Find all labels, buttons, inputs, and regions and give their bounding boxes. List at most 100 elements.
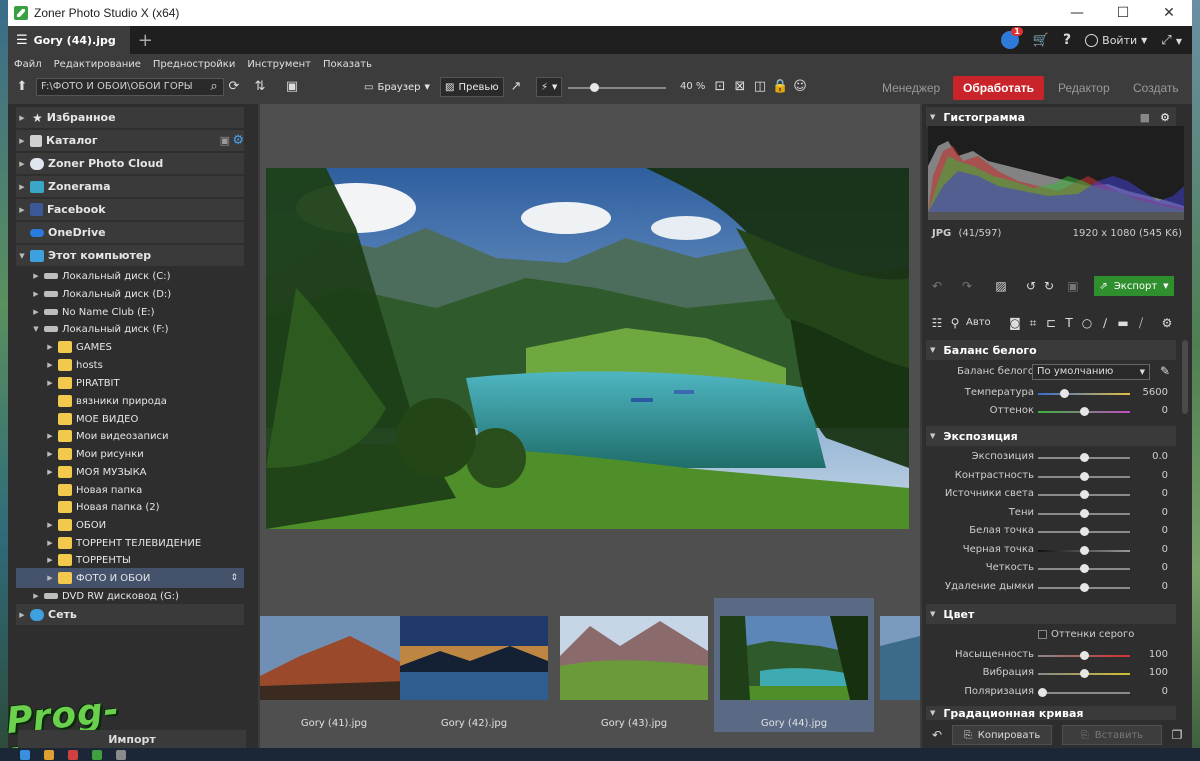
circle-filter-icon[interactable]: ○ <box>1078 314 1096 332</box>
folder-item[interactable]: ▶ PIRATBIT <box>16 373 244 393</box>
chevron-right-icon[interactable]: ▶ <box>44 468 56 476</box>
chevron-right-icon[interactable]: ▶ <box>30 592 42 600</box>
adjustment-slider[interactable] <box>1038 669 1130 678</box>
import-button[interactable]: Импорт <box>18 730 246 750</box>
temperature-value[interactable]: 5600 <box>1143 387 1168 398</box>
main-photo[interactable] <box>266 168 909 529</box>
tab-editor[interactable]: Редактор <box>1058 74 1110 102</box>
fullscreen-icon[interactable]: ⤢ ▼ <box>1161 33 1182 48</box>
picture-icon[interactable]: ▨ <box>992 277 1010 295</box>
taskbar-app-icon[interactable] <box>92 749 102 760</box>
fit-to-screen-icon[interactable]: ⊠ <box>732 79 748 95</box>
zoom-slider-handle[interactable] <box>590 83 599 92</box>
menu-edit[interactable]: Редактирование <box>54 59 141 70</box>
histogram-header[interactable]: ▼ Гистограмма ■ ⚙ <box>926 107 1176 127</box>
tab-manager[interactable]: Менеджер <box>882 74 940 102</box>
adjustment-slider[interactable] <box>1038 453 1130 462</box>
color-header[interactable]: ▼ Цвет <box>926 604 1176 624</box>
nav-dvd-drive[interactable]: ▶ DVD RW дисковод (G:) <box>16 586 244 606</box>
preview-mode-button[interactable]: ▨ Превью <box>440 77 504 97</box>
brush-icon[interactable]: ∕ <box>1096 314 1114 332</box>
add-folder-icon[interactable]: ▣ <box>220 134 230 147</box>
thumbnail[interactable]: Gory (41).jpg <box>254 598 414 732</box>
gear-icon[interactable]: ⚙ <box>232 133 244 148</box>
chevron-right-icon[interactable]: ▶ <box>44 361 56 369</box>
taskbar-app-icon[interactable] <box>20 749 30 760</box>
chevron-down-icon[interactable]: ▼ <box>30 325 42 333</box>
exposure-header[interactable]: ▼ Экспозиция <box>926 426 1176 446</box>
folder-item[interactable]: ▶ Мои рисунки <box>16 444 244 464</box>
chevron-right-icon[interactable]: ▶ <box>44 521 56 529</box>
slider-handle[interactable] <box>1038 688 1047 697</box>
folder-item[interactable]: ▶ ТОРРЕНТЫ <box>16 550 244 570</box>
nav-this-pc[interactable]: ▼ Этот компьютер <box>16 245 244 266</box>
slider-handle[interactable] <box>1080 509 1089 518</box>
maximize-button[interactable]: ☐ <box>1100 0 1146 26</box>
white-balance-select[interactable]: По умолчанию ▼ <box>1032 364 1150 380</box>
slider-handle[interactable] <box>1080 527 1089 536</box>
gear-icon[interactable]: ⚙ <box>1158 314 1176 332</box>
adjustment-value[interactable]: 0 <box>1162 544 1168 555</box>
tint-value[interactable]: 0 <box>1162 405 1168 416</box>
chevron-right-icon[interactable]: ▶ <box>16 160 28 168</box>
menu-tools[interactable]: Инструмент <box>247 59 311 70</box>
menu-file[interactable]: Файл <box>14 59 42 70</box>
chevron-right-icon[interactable]: ▶ <box>44 539 56 547</box>
folder-item[interactable]: Новая папка (2) <box>16 497 244 517</box>
thumbnail[interactable]: Gory (42).jpg <box>394 598 554 732</box>
search-icon[interactable]: ⌕ <box>206 79 222 95</box>
zoom-slider[interactable] <box>568 83 666 92</box>
auto-button[interactable]: Авто <box>966 317 991 328</box>
taskbar-app-icon[interactable] <box>44 749 54 760</box>
adjustment-value[interactable]: 0.0 <box>1152 451 1168 462</box>
adjustment-slider[interactable] <box>1038 527 1130 536</box>
new-folder-icon[interactable]: ▣ <box>284 79 300 95</box>
chevron-down-icon[interactable]: ▼ <box>16 252 28 260</box>
folder-up-icon[interactable]: ⬆ <box>14 79 30 95</box>
nav-drive-c[interactable]: ▶ Локальный диск (C:) <box>16 266 244 286</box>
adjustment-value[interactable]: 0 <box>1162 581 1168 592</box>
chevron-right-icon[interactable]: ▶ <box>16 206 28 214</box>
thumbnail-selected[interactable]: Gory (44).jpg <box>714 598 874 732</box>
face-detect-icon[interactable]: ☺ <box>792 79 808 95</box>
adjustment-slider[interactable] <box>1038 509 1130 518</box>
adjustment-value[interactable]: 100 <box>1149 667 1168 678</box>
nav-zoner-cloud[interactable]: ▶ Zoner Photo Cloud <box>16 153 244 174</box>
zoom-1to1-icon[interactable]: ⊡ <box>712 79 728 95</box>
nav-favorites[interactable]: ▶ ★ Избранное <box>16 107 244 128</box>
rotate-right-icon[interactable]: ↻ <box>1040 277 1058 295</box>
adjustment-value[interactable]: 0 <box>1162 686 1168 697</box>
folder-item[interactable]: ▶ ОБОИ <box>16 515 244 535</box>
notification-icon[interactable]: 1 <box>1000 27 1023 49</box>
export-button[interactable]: ⇗ Экспорт ▼ <box>1094 276 1174 296</box>
tint-slider[interactable] <box>1038 407 1130 416</box>
document-tab[interactable]: ☰ Gory (44).jpg <box>8 26 130 54</box>
chevron-right-icon[interactable]: ▶ <box>30 272 42 280</box>
adjustment-value[interactable]: 0 <box>1162 507 1168 518</box>
chevron-right-icon[interactable]: ▶ <box>16 114 28 122</box>
open-external-icon[interactable]: ↗ <box>508 79 524 95</box>
menu-hamburger-icon[interactable]: ☰ <box>16 33 28 48</box>
chevron-right-icon[interactable]: ▶ <box>44 379 56 387</box>
rotate-left-icon[interactable]: ↺ <box>1022 277 1040 295</box>
browser-mode-button[interactable]: ▭ Браузер ▼ <box>360 77 434 97</box>
sync-icon[interactable]: ⇕ <box>230 573 238 583</box>
taskbar-app-icon[interactable] <box>116 749 126 760</box>
compare-icon[interactable]: ◫ <box>752 79 768 95</box>
chevron-right-icon[interactable]: ▶ <box>16 183 28 191</box>
sort-icon[interactable]: ⇅ <box>252 79 268 95</box>
chevron-right-icon[interactable]: ▶ <box>44 450 56 458</box>
slider-handle[interactable] <box>1080 583 1089 592</box>
slider-handle[interactable] <box>1080 669 1089 678</box>
gradient-icon[interactable]: ▬ <box>1114 314 1132 332</box>
temperature-slider-handle[interactable] <box>1060 389 1069 398</box>
folder-item[interactable]: ▶ hosts <box>16 355 244 375</box>
magic-wand-icon[interactable]: ⚲ <box>946 314 964 332</box>
adjustment-slider[interactable] <box>1038 472 1130 481</box>
save-icon[interactable]: ▣ <box>1064 277 1082 295</box>
menu-view[interactable]: Показать <box>323 59 372 70</box>
adjustment-slider[interactable] <box>1038 490 1130 499</box>
adjustment-slider[interactable] <box>1038 546 1130 555</box>
duplicate-icon[interactable]: ❐ <box>1168 726 1186 744</box>
redo-icon[interactable]: ↷ <box>958 277 976 295</box>
